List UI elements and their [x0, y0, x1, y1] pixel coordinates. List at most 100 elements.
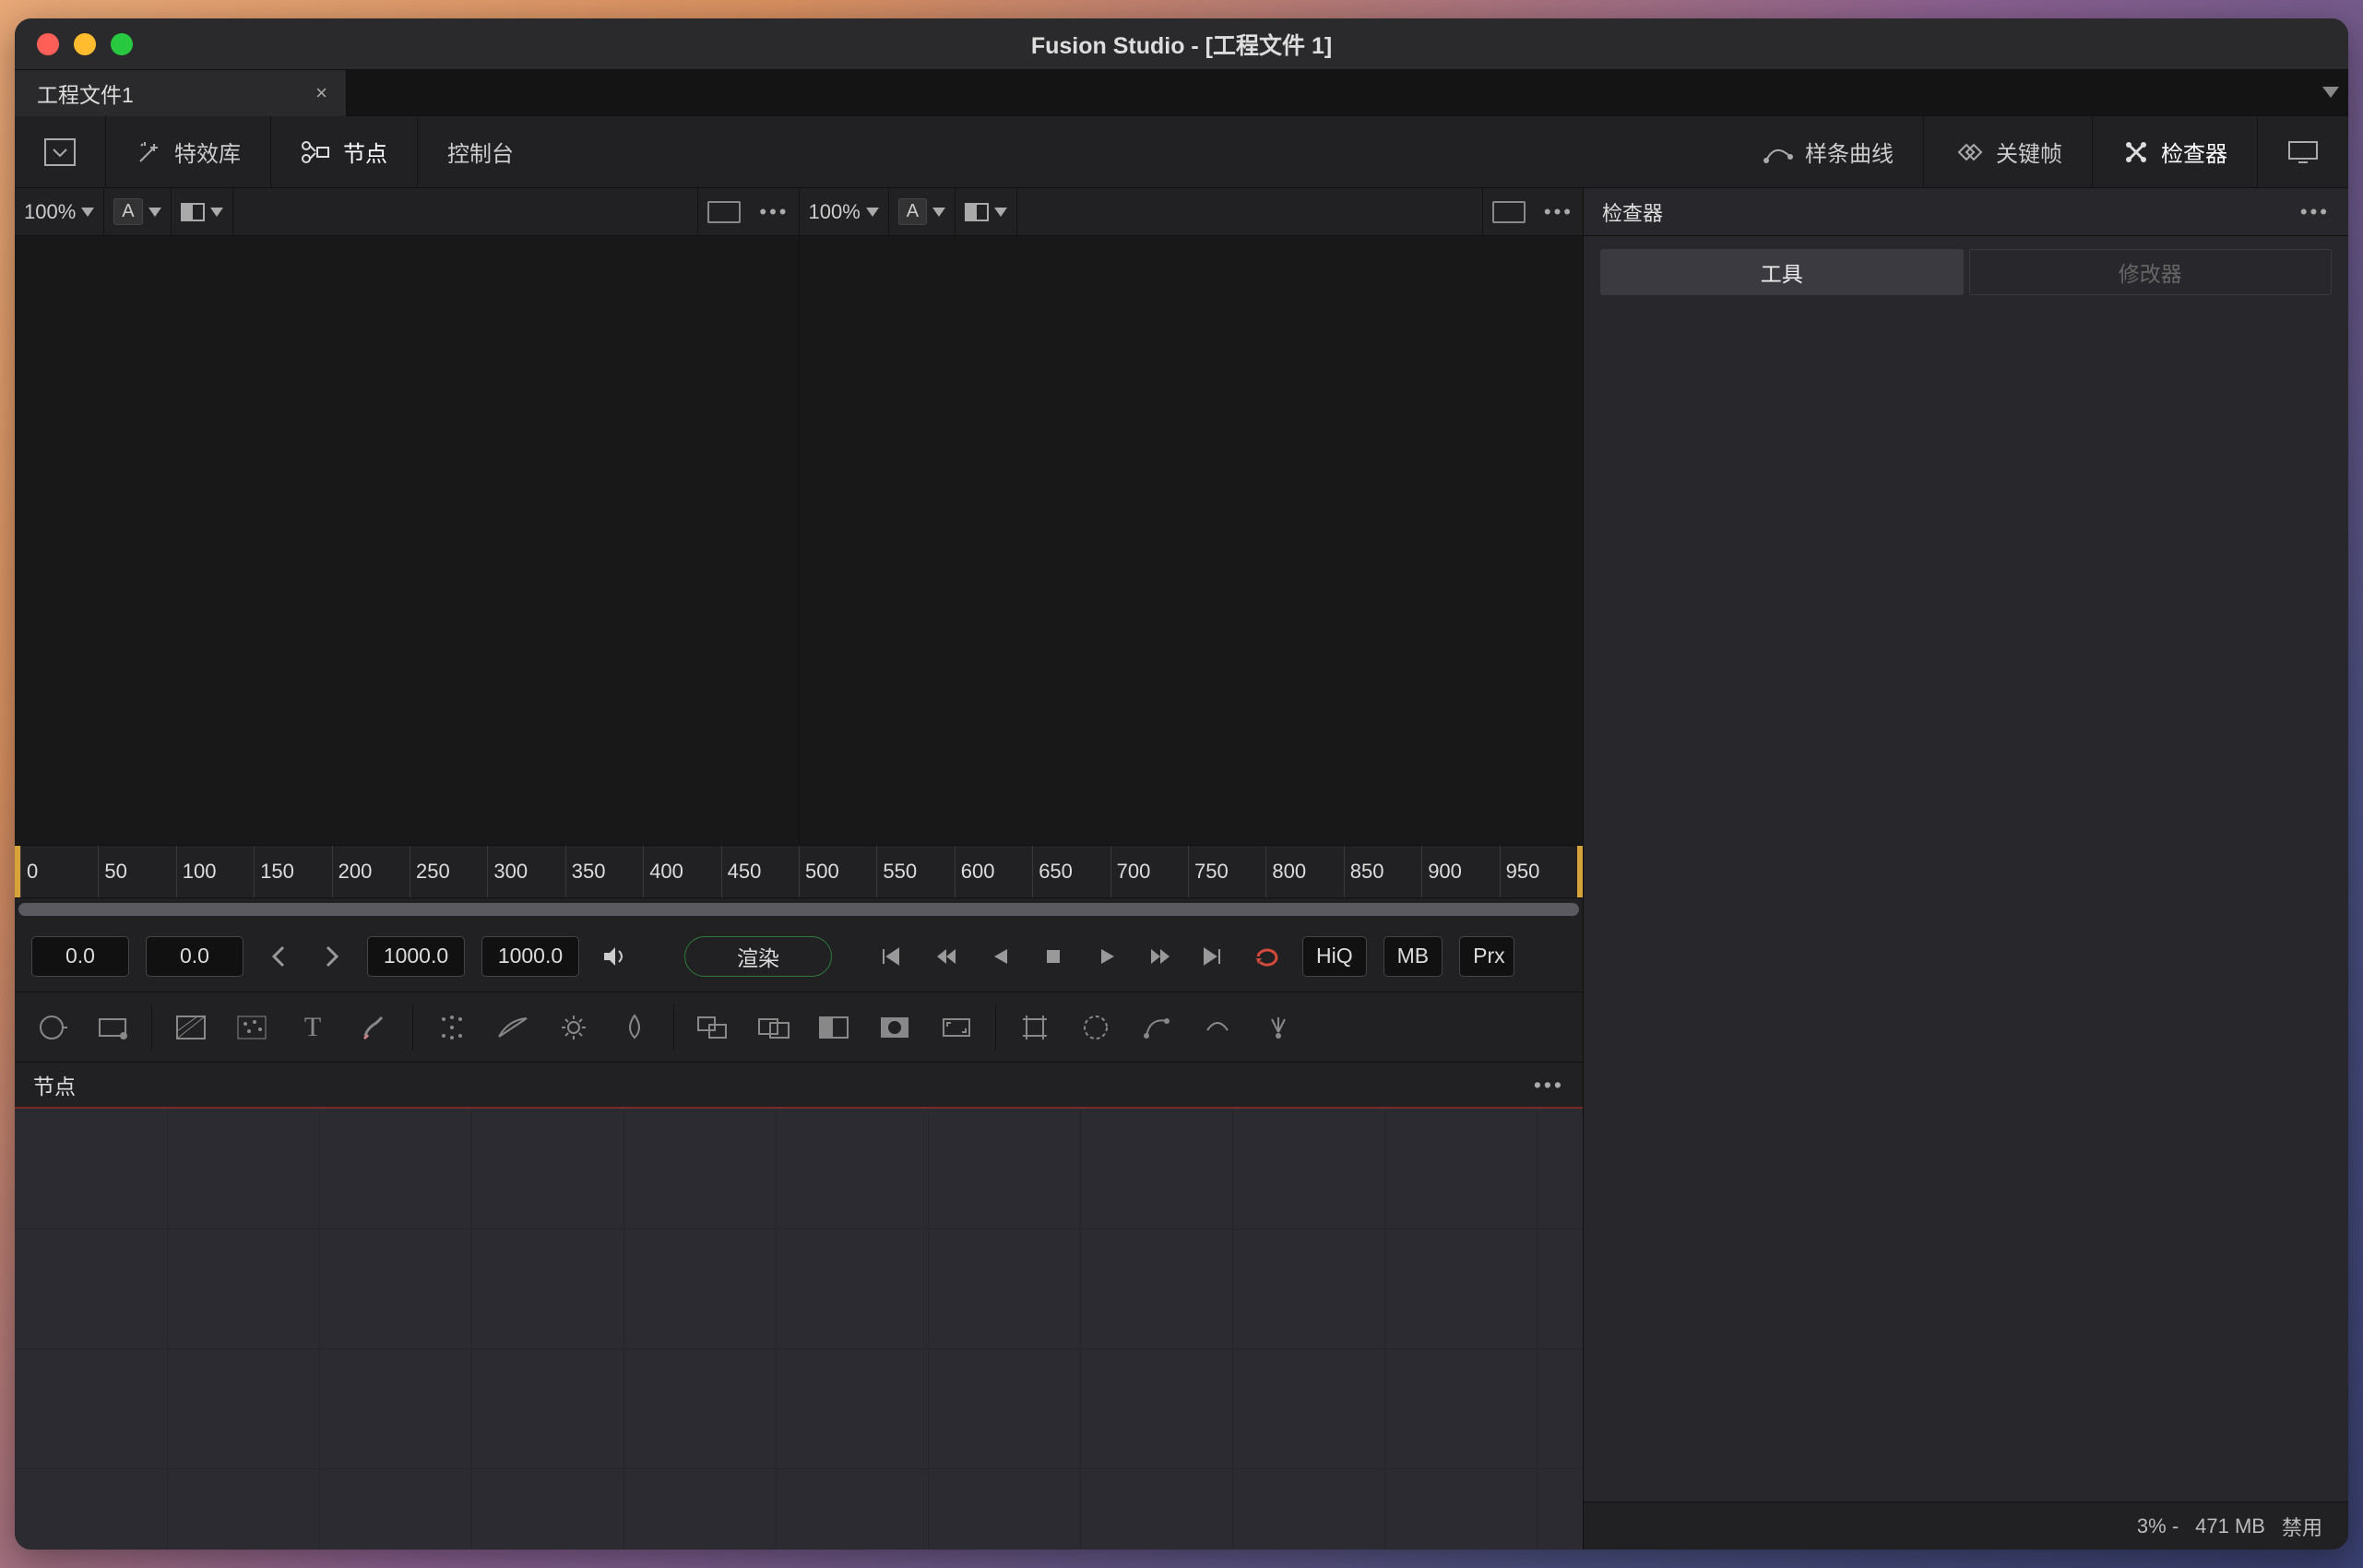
inspector-label: 检查器 — [2161, 136, 2227, 168]
ruler-tick: 950 — [1500, 846, 1540, 897]
loader-tool-icon[interactable] — [24, 1000, 79, 1055]
text-tool-icon[interactable]: T — [285, 1000, 340, 1055]
out-point-marker[interactable] — [1577, 846, 1583, 897]
keyframe-label: 关键帧 — [1996, 136, 2062, 168]
status-disabled: 禁用 — [2282, 1512, 2322, 1541]
ruler-tick: 600 — [955, 846, 995, 897]
layout-menu-button[interactable] — [31, 133, 89, 172]
console-button[interactable]: 控制台 — [434, 130, 527, 173]
viewer-left-zoom[interactable]: 100% — [15, 188, 104, 235]
channel-tool-icon[interactable] — [746, 1000, 802, 1055]
step-back-button[interactable] — [928, 938, 965, 975]
wand-icon — [136, 138, 163, 166]
nodes-panel-header: 节点 ••• — [15, 1063, 1583, 1109]
ruler-tick: 150 — [254, 846, 294, 897]
prev-keyframe-button[interactable] — [260, 938, 297, 975]
transform-tool-icon[interactable] — [1007, 1000, 1063, 1055]
keyframe-icon — [1953, 138, 1985, 166]
close-window-button[interactable] — [37, 33, 59, 55]
viewer-right-channel[interactable]: A — [898, 198, 927, 225]
viewer-header: 100% A ••• 100% — [15, 188, 1583, 236]
inspector-menu-icon[interactable]: ••• — [2300, 200, 2330, 224]
stop-button[interactable] — [1035, 938, 1072, 975]
effects-library-label: 特效库 — [174, 136, 241, 168]
ellipse-tool-icon[interactable] — [1068, 1000, 1123, 1055]
titlebar: Fusion Studio - [工程文件 1] — [15, 18, 2348, 70]
viewer-right-zoom[interactable]: 100% — [800, 188, 889, 235]
viewer-left-frame-icon[interactable] — [707, 201, 741, 223]
ruler-tick: 650 — [1032, 846, 1073, 897]
go-to-start-button[interactable] — [874, 938, 911, 975]
paint-tool-icon[interactable] — [346, 1000, 401, 1055]
zoom-value: 100% — [809, 200, 861, 224]
inspector-icon — [2122, 138, 2150, 166]
step-forward-button[interactable] — [1142, 938, 1179, 975]
viewer-right-layout-icon[interactable] — [965, 203, 989, 221]
window-title: Fusion Studio - [工程文件 1] — [1031, 28, 1332, 61]
ruler-tick: 700 — [1110, 846, 1151, 897]
effects-library-button[interactable]: 特效库 — [123, 130, 254, 173]
go-to-end-button[interactable] — [1195, 938, 1232, 975]
colorcorrector-tool-icon[interactable] — [485, 1000, 540, 1055]
viewer-right-menu-icon[interactable]: ••• — [1544, 200, 1573, 224]
viewer-right[interactable] — [800, 236, 1584, 845]
mb-toggle[interactable]: MB — [1383, 936, 1443, 977]
loop-button[interactable] — [1249, 938, 1286, 975]
spline-button[interactable]: 样条曲线 — [1750, 130, 1906, 173]
particle-tool-icon[interactable] — [1251, 1000, 1306, 1055]
background-tool-icon[interactable] — [163, 1000, 219, 1055]
current-time-field[interactable]: 0.0 — [31, 936, 129, 977]
prx-toggle[interactable]: Prx — [1459, 936, 1514, 977]
nodes-button[interactable]: 节点 — [288, 130, 400, 173]
inspector-tabs: 工具 修改器 — [1584, 236, 2348, 308]
hiq-toggle[interactable]: HiQ — [1302, 936, 1367, 977]
inspector-header: 检查器 ••• — [1584, 188, 2348, 236]
nodes-icon — [301, 138, 332, 166]
ruler-tick: 300 — [487, 846, 528, 897]
console-label: 控制台 — [447, 136, 514, 168]
tracker-tool-icon[interactable] — [424, 1000, 480, 1055]
blur-tool-icon[interactable] — [607, 1000, 662, 1055]
play-button[interactable] — [1088, 938, 1125, 975]
viewer-left-channel[interactable]: A — [113, 198, 142, 225]
inspector-button[interactable]: 检查器 — [2109, 130, 2240, 173]
inspector-body — [1584, 308, 2348, 1502]
out-time-field[interactable]: 1000.0 — [367, 936, 465, 977]
time-scrollbar[interactable] — [15, 898, 1583, 921]
brightness-tool-icon[interactable] — [546, 1000, 601, 1055]
next-keyframe-button[interactable] — [314, 938, 350, 975]
minimize-window-button[interactable] — [74, 33, 96, 55]
transport-bar: 0.0 0.0 1000.0 1000.0 渲染 HiQ MB — [15, 921, 1583, 992]
nodes-label: 节点 — [343, 136, 387, 168]
resize-tool-icon[interactable] — [929, 1000, 984, 1055]
in-time-field[interactable]: 0.0 — [146, 936, 243, 977]
bspline-tool-icon[interactable] — [1190, 1000, 1245, 1055]
viewer-left-layout-icon[interactable] — [181, 203, 205, 221]
inspector-tab-tool[interactable]: 工具 — [1600, 249, 1964, 295]
viewer-left[interactable] — [15, 236, 800, 845]
total-time-field[interactable]: 1000.0 — [481, 936, 579, 977]
keyer-tool-icon[interactable] — [868, 1000, 923, 1055]
maximize-window-button[interactable] — [111, 33, 133, 55]
document-tab[interactable]: 工程文件1 × — [15, 70, 347, 116]
tab-overflow-icon[interactable] — [2322, 87, 2339, 98]
time-ruler[interactable]: 0501001502002503003504004505005506006507… — [15, 845, 1583, 898]
nodes-menu-icon[interactable]: ••• — [1534, 1073, 1564, 1098]
keyframe-button[interactable]: 关键帧 — [1941, 130, 2075, 173]
audio-button[interactable] — [596, 938, 633, 975]
fastnoise-tool-icon[interactable] — [224, 1000, 279, 1055]
inspector-tab-modifier[interactable]: 修改器 — [1969, 249, 2333, 295]
secondary-display-button[interactable] — [2274, 133, 2332, 172]
ruler-tick: 900 — [1421, 846, 1462, 897]
node-graph[interactable] — [15, 1109, 1583, 1550]
bezier-tool-icon[interactable] — [1129, 1000, 1184, 1055]
render-button[interactable]: 渲染 — [684, 936, 832, 977]
matte-tool-icon[interactable] — [807, 1000, 862, 1055]
inspector-title: 检查器 — [1602, 197, 1663, 227]
saver-tool-icon[interactable] — [85, 1000, 140, 1055]
play-reverse-button[interactable] — [981, 938, 1018, 975]
merge-tool-icon[interactable] — [685, 1000, 741, 1055]
viewer-left-menu-icon[interactable]: ••• — [759, 200, 789, 224]
close-tab-icon[interactable]: × — [315, 81, 327, 105]
viewer-right-frame-icon[interactable] — [1492, 201, 1526, 223]
